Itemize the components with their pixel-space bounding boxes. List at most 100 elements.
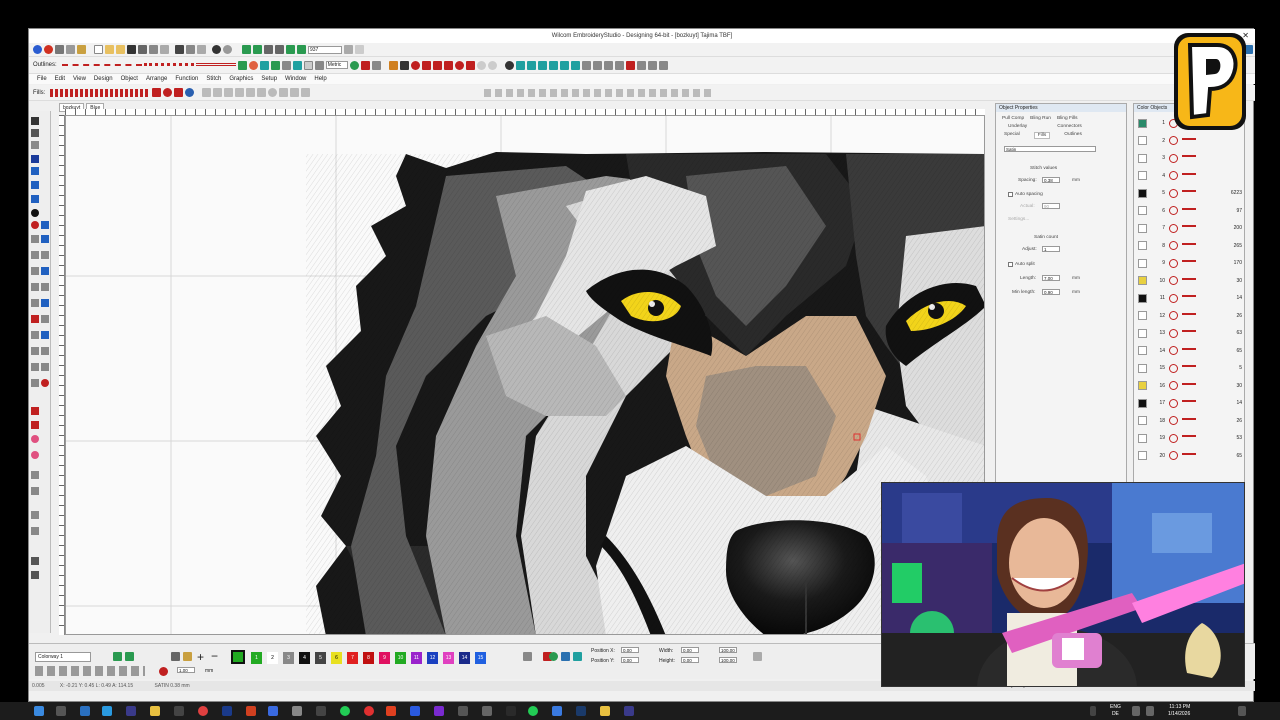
thread-color-swatch[interactable] bbox=[1138, 328, 1147, 338]
spacing-input[interactable]: 0.38 bbox=[1042, 177, 1060, 183]
chrome-icon[interactable] bbox=[198, 706, 208, 716]
width-input[interactable]: 0.00 bbox=[681, 647, 699, 653]
thread-color-swatch[interactable] bbox=[1138, 293, 1147, 303]
text-tool-icon[interactable] bbox=[31, 155, 39, 163]
palette-swatch[interactable]: 13 bbox=[443, 652, 454, 664]
windows-start-icon[interactable] bbox=[34, 706, 44, 716]
stitch-player-icon[interactable] bbox=[242, 45, 251, 54]
color-object-row[interactable]: 7 200 bbox=[1138, 223, 1246, 233]
task-view-icon[interactable] bbox=[56, 706, 66, 716]
pen-icon[interactable] bbox=[592, 60, 602, 70]
fill-type-select[interactable]: Satin bbox=[1004, 146, 1096, 152]
tool-o-icon[interactable] bbox=[31, 379, 39, 387]
grid-icon[interactable] bbox=[259, 60, 269, 70]
illustrator-icon[interactable] bbox=[246, 706, 256, 716]
app-icon-14[interactable] bbox=[600, 706, 610, 716]
palette-swatch[interactable]: 11 bbox=[411, 652, 422, 664]
hatch-icon[interactable] bbox=[281, 60, 291, 70]
tool-y-icon[interactable] bbox=[31, 557, 39, 565]
color-object-row[interactable]: 2 bbox=[1138, 136, 1246, 146]
length-input[interactable]: 7.00 bbox=[1042, 275, 1060, 281]
thread-color-swatch[interactable] bbox=[1138, 136, 1147, 145]
palette-swatch[interactable]: 5 bbox=[315, 652, 326, 664]
tool-q-icon[interactable] bbox=[31, 407, 39, 415]
tool-h-icon[interactable] bbox=[41, 315, 49, 323]
color-object-row[interactable]: 20 65 bbox=[1138, 451, 1246, 461]
app-icon-7[interactable] bbox=[316, 706, 326, 716]
rect-icon[interactable] bbox=[41, 251, 49, 259]
fill-radial-icon[interactable] bbox=[163, 88, 173, 97]
settings-button[interactable]: Settings... bbox=[1008, 217, 1029, 222]
color-object-row[interactable]: 11 14 bbox=[1138, 293, 1246, 303]
color-object-row[interactable]: 4 bbox=[1138, 171, 1246, 181]
align-icon-4[interactable] bbox=[548, 60, 558, 70]
tool-t-icon[interactable] bbox=[31, 451, 39, 459]
zoom-fit-icon[interactable] bbox=[355, 45, 364, 54]
tool-a-icon[interactable] bbox=[31, 267, 39, 275]
units-select[interactable]: Metric bbox=[325, 61, 348, 69]
thread-color-swatch[interactable] bbox=[1138, 433, 1147, 443]
save-icon[interactable] bbox=[127, 45, 136, 54]
trim-icon[interactable] bbox=[443, 60, 453, 70]
tool-c-icon[interactable] bbox=[31, 283, 39, 291]
monogram-icon[interactable] bbox=[31, 167, 39, 175]
thread-color-swatch[interactable] bbox=[1138, 171, 1147, 180]
whatsapp-icon[interactable] bbox=[528, 706, 538, 716]
remove-color-icon[interactable]: − bbox=[211, 649, 218, 663]
export-icon[interactable] bbox=[160, 45, 169, 54]
edit-icon-2[interactable] bbox=[213, 88, 223, 97]
print-icon[interactable] bbox=[138, 45, 147, 54]
actual-input[interactable]: 90 bbox=[1042, 203, 1060, 209]
grid-view-icon[interactable] bbox=[561, 652, 570, 661]
palette-swatch[interactable]: 7 bbox=[347, 652, 358, 664]
color-object-row[interactable]: 18 26 bbox=[1138, 416, 1246, 426]
thread-color-swatch[interactable] bbox=[1138, 398, 1147, 408]
tray-time[interactable]: 11:13 PM bbox=[1169, 704, 1190, 710]
thread-color-swatch[interactable] bbox=[1138, 153, 1147, 163]
tool-j-icon[interactable] bbox=[41, 331, 49, 339]
tab-pull-comp[interactable]: Pull Comp bbox=[1002, 116, 1024, 121]
align-icon-1[interactable] bbox=[515, 60, 525, 70]
paste-icon-2[interactable] bbox=[197, 45, 206, 54]
travel-back-icon[interactable] bbox=[275, 45, 284, 54]
notifications-icon[interactable] bbox=[1238, 706, 1246, 716]
tray-lang[interactable]: ENG bbox=[1110, 704, 1121, 710]
align-icon-3[interactable] bbox=[537, 60, 547, 70]
app-icon-4[interactable] bbox=[222, 706, 232, 716]
app-icon[interactable] bbox=[33, 45, 42, 54]
heart-tool-icon[interactable] bbox=[625, 60, 635, 70]
outline-satin-icon[interactable] bbox=[195, 63, 236, 67]
app-icon-11[interactable] bbox=[482, 706, 492, 716]
effects-icon[interactable] bbox=[248, 60, 258, 70]
edit-icon-4[interactable] bbox=[235, 88, 245, 97]
fill-grid-icon[interactable] bbox=[152, 88, 162, 97]
thread-color-swatch[interactable] bbox=[1138, 363, 1147, 373]
no-entry-icon[interactable] bbox=[454, 60, 464, 70]
fill-types-icon[interactable] bbox=[50, 88, 151, 97]
tool-p-icon[interactable] bbox=[41, 379, 49, 387]
travel-icon[interactable] bbox=[264, 45, 273, 54]
width-pct-input[interactable]: 100.00 bbox=[719, 647, 737, 653]
menu-graphics[interactable]: Graphics bbox=[229, 74, 253, 84]
palette-swatch[interactable]: 6 bbox=[331, 652, 342, 664]
auto-spacing-checkbox[interactable] bbox=[1008, 192, 1013, 197]
globe-icon[interactable] bbox=[549, 652, 558, 661]
tshirt-icon[interactable] bbox=[125, 652, 134, 661]
tool-m-icon[interactable] bbox=[31, 363, 39, 371]
palette-swatch[interactable]: 10 bbox=[395, 652, 406, 664]
height-pct-input[interactable]: 100.00 bbox=[719, 657, 737, 663]
diamond-icon[interactable] bbox=[31, 195, 39, 203]
column-icon[interactable] bbox=[31, 251, 39, 259]
align-icon-2[interactable] bbox=[526, 60, 536, 70]
spotify-icon[interactable] bbox=[340, 706, 350, 716]
edit-icon-9[interactable] bbox=[290, 88, 300, 97]
palette-swatch[interactable]: 8 bbox=[363, 652, 374, 664]
edit-icon-6[interactable] bbox=[257, 88, 267, 97]
pin-icon[interactable] bbox=[55, 45, 64, 54]
edge-icon[interactable] bbox=[102, 706, 112, 716]
brush-icon[interactable] bbox=[603, 60, 613, 70]
thread-color-swatch[interactable] bbox=[1138, 118, 1147, 128]
position-x-input[interactable]: 0.00 bbox=[621, 647, 639, 653]
current-color-swatch[interactable] bbox=[231, 650, 245, 664]
color-object-row[interactable]: 15 5 bbox=[1138, 363, 1246, 373]
